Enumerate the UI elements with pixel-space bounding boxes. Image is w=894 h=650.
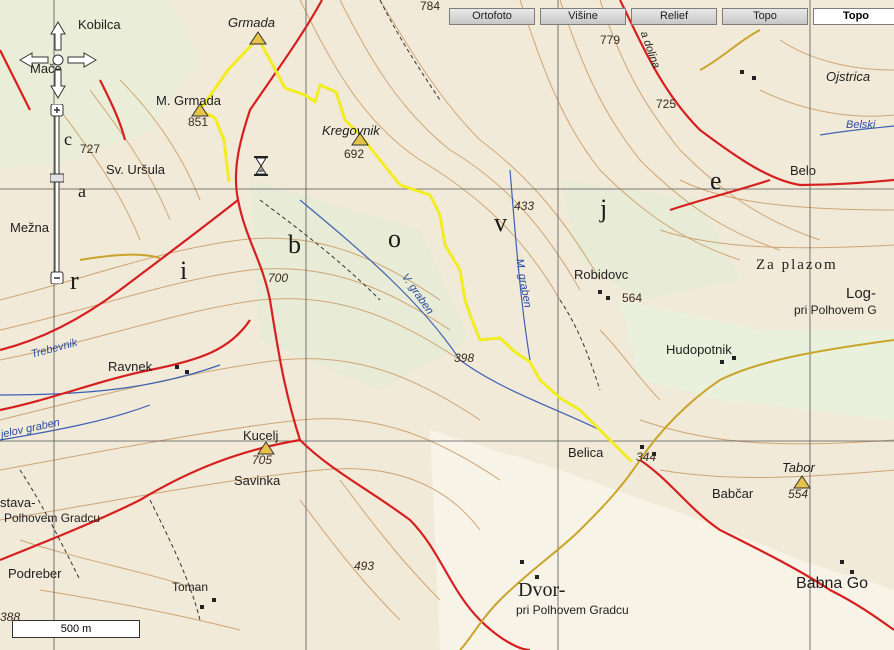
label-babna: Babna Go bbox=[796, 575, 869, 592]
minus-icon[interactable] bbox=[50, 271, 64, 284]
zoom-handle[interactable] bbox=[50, 173, 64, 183]
zoom-track[interactable] bbox=[54, 113, 60, 275]
layer-tabs: Ortofoto Višine Relief Topo Topo bbox=[449, 8, 894, 25]
label-elev-344: 344 bbox=[636, 450, 657, 464]
pan-up-icon[interactable] bbox=[50, 21, 66, 51]
area-letter-j: j bbox=[600, 194, 608, 223]
label-log: Log- bbox=[846, 285, 877, 302]
label-elev-692: 692 bbox=[344, 147, 365, 161]
pan-down-icon[interactable] bbox=[50, 69, 66, 99]
area-letter-e: e bbox=[710, 166, 722, 195]
scale-bar: 500 m bbox=[12, 620, 140, 638]
plus-icon[interactable] bbox=[50, 104, 64, 117]
label-elev-784: 784 bbox=[420, 0, 441, 13]
label-tabor: Tabor bbox=[782, 460, 815, 475]
label-stava: stava- bbox=[0, 495, 36, 510]
label-za-plazom: Za plazom bbox=[756, 257, 838, 273]
pan-right-icon[interactable] bbox=[67, 52, 97, 68]
label-mezna: Mežna bbox=[10, 220, 50, 235]
label-pri-polhovem-1: pri Polhovem G bbox=[794, 303, 877, 317]
tab-visine[interactable]: Višine bbox=[540, 8, 626, 25]
pan-left-icon[interactable] bbox=[19, 52, 49, 68]
label-elev-700: 700 bbox=[268, 271, 289, 285]
label-elev-851: 851 bbox=[188, 115, 209, 129]
area-letter-v: v bbox=[494, 208, 507, 237]
area-letter-i: i bbox=[180, 256, 188, 285]
label-elev-705: 705 bbox=[252, 453, 273, 467]
tab-topo[interactable]: Topo bbox=[722, 8, 808, 25]
hourglass-icon bbox=[254, 156, 268, 176]
area-letter-o: o bbox=[388, 224, 401, 253]
label-robidovc: Robidovc bbox=[574, 267, 629, 282]
label-elev-398: 398 bbox=[454, 351, 475, 365]
label-belo: Belo bbox=[790, 163, 817, 178]
label-pri-polhovem-2: Polhovem Gradcu bbox=[4, 511, 101, 525]
label-elev-433: 433 bbox=[514, 199, 535, 213]
area-letter-r: r bbox=[70, 266, 79, 295]
topo-map[interactable]: Kobilca Grmada Mače M. Grmada 851 727 Sv… bbox=[0, 0, 894, 650]
label-dvor: Dvor- bbox=[518, 579, 566, 601]
label-ravnek: Ravnek bbox=[108, 359, 153, 374]
label-belski: Belski bbox=[846, 119, 876, 131]
label-kregovnik: Kregovnik bbox=[322, 123, 380, 138]
label-belica: Belica bbox=[568, 445, 604, 460]
pan-center-icon[interactable] bbox=[52, 54, 64, 66]
map-canvas[interactable] bbox=[0, 0, 894, 650]
tab-ortofoto[interactable]: Ortofoto bbox=[449, 8, 535, 25]
label-ojstrica: Ojstrica bbox=[826, 69, 871, 84]
label-elev-554: 554 bbox=[788, 487, 809, 501]
label-grmada: Grmada bbox=[228, 15, 275, 30]
label-elev-564: 564 bbox=[622, 291, 643, 305]
area-letter-a: a bbox=[78, 181, 86, 201]
label-elev-727: 727 bbox=[80, 142, 101, 156]
label-podreber: Podreber bbox=[8, 566, 62, 581]
label-toman: Toman bbox=[172, 580, 209, 594]
area-letter-c: c bbox=[64, 129, 72, 149]
label-elev-725: 725 bbox=[656, 97, 677, 111]
label-kucelj: Kucelj bbox=[243, 428, 279, 443]
label-hudopotnik: Hudopotnik bbox=[666, 342, 732, 357]
zoom-slider[interactable] bbox=[50, 104, 64, 284]
label-pri-polhovem-3: pri Polhovem Gradcu bbox=[516, 603, 629, 617]
label-sv-ursula: Sv. Uršula bbox=[106, 162, 165, 177]
label-babcar: Babčar bbox=[712, 486, 754, 501]
pan-arrows-icon[interactable] bbox=[18, 20, 98, 100]
label-savinka: Savinka bbox=[234, 473, 281, 488]
tab-relief[interactable]: Relief bbox=[631, 8, 717, 25]
tab-topo-active[interactable]: Topo bbox=[813, 8, 894, 25]
area-letter-b: b bbox=[288, 230, 301, 259]
label-elev-493: 493 bbox=[354, 559, 375, 573]
label-m-grmada: M. Grmada bbox=[156, 93, 222, 108]
label-elev-779: 779 bbox=[600, 33, 621, 47]
